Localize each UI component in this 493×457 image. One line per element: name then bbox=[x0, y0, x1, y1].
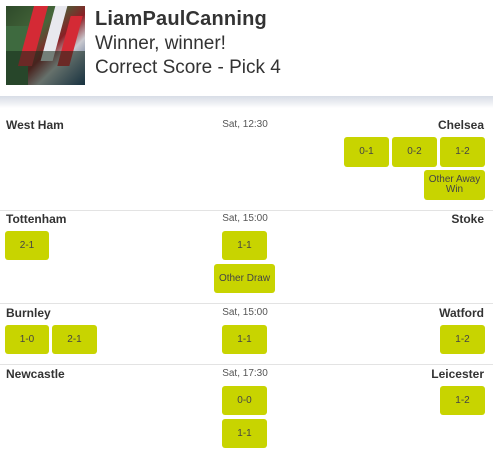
pick-button[interactable]: 1-2 bbox=[440, 325, 485, 354]
away-team: Leicester bbox=[431, 367, 484, 381]
pick-button[interactable]: 0-2 bbox=[392, 137, 437, 167]
pick-button[interactable]: 1-0 bbox=[5, 325, 49, 354]
home-team: Newcastle bbox=[6, 367, 65, 381]
pick-button[interactable]: 2-1 bbox=[5, 231, 49, 260]
match-row: Newcastle Sat, 17:30 Leicester 0-0 1-1 1… bbox=[0, 365, 493, 457]
pick-button[interactable]: 0-1 bbox=[344, 137, 389, 167]
kickoff-time: Sat, 15:00 bbox=[222, 213, 268, 224]
post-title: Winner, winner! bbox=[95, 33, 226, 54]
pick-button[interactable]: 1-2 bbox=[440, 386, 485, 415]
pick-button[interactable]: 1-1 bbox=[222, 419, 267, 448]
pick-button[interactable]: 0-0 bbox=[222, 386, 267, 415]
post-header: LiamPaulCanning Winner, winner! Correct … bbox=[0, 0, 493, 96]
kickoff-time: Sat, 15:00 bbox=[222, 307, 268, 318]
pick-button[interactable]: Other Away Win bbox=[424, 170, 485, 200]
kickoff-time: Sat, 12:30 bbox=[222, 119, 268, 130]
away-team: Chelsea bbox=[437, 118, 484, 132]
home-team: Tottenham bbox=[6, 212, 67, 226]
kickoff-time: Sat, 17:30 bbox=[222, 368, 268, 379]
header-divider bbox=[0, 96, 493, 108]
away-team: Stoke bbox=[451, 212, 484, 226]
match-row: Tottenham Sat, 15:00 Stoke 2-1 1-1 Other… bbox=[0, 211, 493, 304]
home-team: West Ham bbox=[6, 118, 64, 132]
market-name: Correct Score - Pick 4 bbox=[95, 57, 281, 78]
username[interactable]: LiamPaulCanning bbox=[95, 8, 267, 31]
away-team: Watford bbox=[439, 306, 484, 320]
match-row: West Ham Sat, 12:30 Chelsea 0-1 0-2 1-2 … bbox=[0, 110, 493, 210]
avatar[interactable] bbox=[6, 6, 85, 85]
pick-button[interactable]: 1-1 bbox=[222, 325, 267, 354]
pick-button[interactable]: 1-1 bbox=[222, 231, 267, 260]
home-team: Burnley bbox=[6, 306, 51, 320]
pick-button[interactable]: Other Draw bbox=[214, 264, 275, 293]
pick-button[interactable]: 2-1 bbox=[52, 325, 97, 354]
pick-button[interactable]: 1-2 bbox=[440, 137, 485, 167]
match-row: Burnley Sat, 15:00 Watford 1-0 2-1 1-1 1… bbox=[0, 304, 493, 364]
